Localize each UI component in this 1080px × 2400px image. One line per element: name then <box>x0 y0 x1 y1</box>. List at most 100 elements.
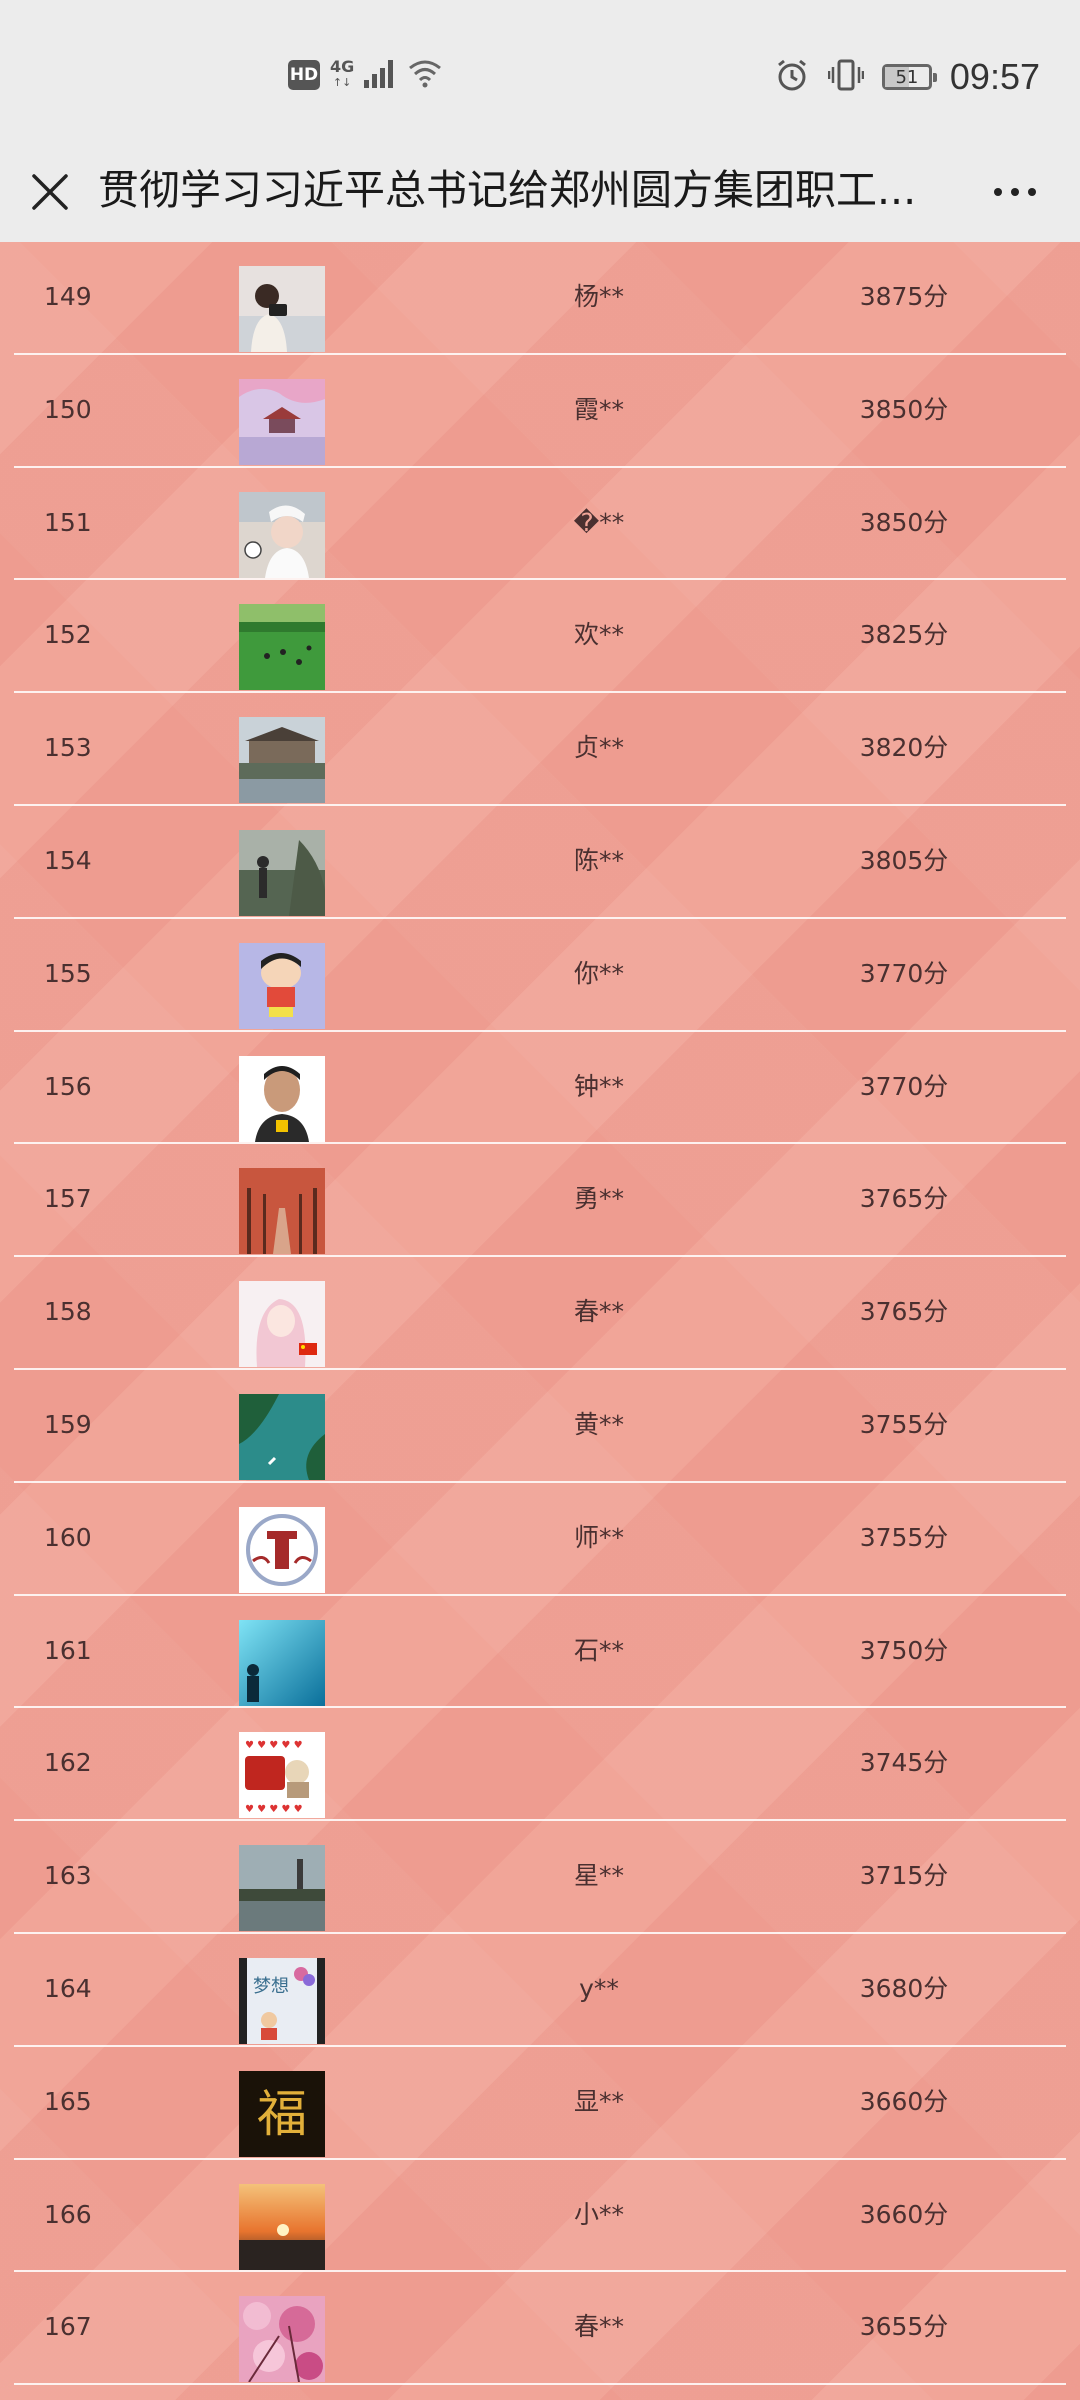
score: 3850分 <box>859 394 949 424</box>
player-name: 星** <box>573 1861 624 1891</box>
score: 3655分 <box>859 2312 949 2342</box>
rank-number: 158 <box>44 1297 92 1327</box>
close-button[interactable] <box>24 166 76 218</box>
rank-number: 166 <box>44 2199 92 2229</box>
avatar <box>239 1506 325 1593</box>
avatar: 福 <box>239 2070 325 2157</box>
rank-number: 153 <box>44 733 92 763</box>
rank-number: 155 <box>44 958 92 988</box>
table-row: 151 �** 3850分 <box>14 468 1066 581</box>
avatar <box>239 1168 325 1255</box>
svg-text:福: 福 <box>257 2085 307 2143</box>
table-row: 152 欢** 3825分 <box>14 580 1066 694</box>
svg-text:梦想: 梦想 <box>253 1976 289 1997</box>
rank-number: 165 <box>44 2086 92 2116</box>
more-button[interactable] <box>980 166 1050 218</box>
avatar <box>239 1281 325 1368</box>
player-name: 霞** <box>573 394 624 424</box>
score: 3755分 <box>859 1522 949 1552</box>
avatar <box>239 2296 325 2383</box>
player-name: �** <box>573 507 625 537</box>
avatar <box>239 1845 325 1932</box>
rank-number: 156 <box>44 1071 92 1101</box>
table-row: 166 小** 3660分 <box>14 2160 1066 2273</box>
score: 3755分 <box>859 1409 949 1439</box>
player-name: 欢** <box>573 620 624 650</box>
signal-icon <box>364 58 398 92</box>
table-row: 164 梦想 y** 3680分 <box>14 1934 1066 2047</box>
avatar <box>239 266 325 352</box>
rank-number: 162 <box>44 1748 92 1778</box>
alarm-icon <box>774 57 810 97</box>
avatar: 梦想 <box>239 1957 325 2044</box>
score: 3875分 <box>859 282 949 311</box>
rank-number: 167 <box>44 2312 92 2342</box>
player-name: y** <box>579 1973 619 2003</box>
rank-number: 149 <box>44 282 92 311</box>
table-row: 165 福 显** 3660分 <box>14 2047 1066 2160</box>
player-name: 小** <box>573 2199 624 2229</box>
table-row: 154 陈** 3805分 <box>14 806 1066 919</box>
score: 3765分 <box>859 1184 949 1214</box>
score: 3770分 <box>859 1071 949 1101</box>
score: 3660分 <box>859 2199 949 2229</box>
player-name: 黄** <box>573 1409 624 1439</box>
score: 3765分 <box>859 1297 949 1327</box>
clock: 09:57 <box>949 56 1040 97</box>
table-row: 167 春** 3655分 <box>14 2272 1066 2386</box>
score: 3715分 <box>859 1861 949 1891</box>
score: 3825分 <box>859 620 949 650</box>
battery-level: 51 <box>895 66 919 88</box>
table-row: 158 春** 3765分 <box>14 1257 1066 1370</box>
network-indicators: HD 4G ↑↓ <box>288 58 442 92</box>
avatar <box>239 1055 325 1142</box>
rank-number: 164 <box>44 1973 92 2003</box>
table-row: 150 霞** 3850分 <box>14 355 1066 468</box>
avatar <box>239 378 325 465</box>
player-name: 贞** <box>573 733 624 763</box>
hd-badge: HD <box>288 60 320 90</box>
table-row: 149 杨** 3875分 <box>14 242 1066 355</box>
rank-number: 163 <box>44 1861 92 1891</box>
vibrate-icon <box>827 57 865 97</box>
player-name <box>449 1708 749 1818</box>
player-name: 陈** <box>573 845 624 875</box>
network-activity: ↑↓ <box>332 76 352 89</box>
more-icon <box>994 188 1036 196</box>
rank-number: 160 <box>44 1522 92 1552</box>
player-name: 春** <box>573 2312 624 2342</box>
svg-text:♥ ♥ ♥ ♥ ♥: ♥ ♥ ♥ ♥ ♥ <box>245 1804 303 1815</box>
player-name: 春** <box>573 1297 624 1327</box>
score: 3770分 <box>859 958 949 988</box>
leaderboard-list[interactable]: 149 杨** 3875分 150 霞** 3850分 151 �** 3850… <box>0 242 1080 2400</box>
close-icon <box>32 174 68 210</box>
table-row: 162 ♥ ♥ ♥ ♥ ♥ ♥ ♥ ♥ ♥ ♥ 3745分 <box>14 1708 1066 1822</box>
avatar <box>239 604 325 691</box>
table-row: 155 你** 3770分 <box>14 919 1066 1032</box>
rank-number: 150 <box>44 394 92 424</box>
network-type: 4G ↑↓ <box>330 59 354 91</box>
player-name: 石** <box>573 1635 624 1665</box>
score: 3745分 <box>859 1748 949 1778</box>
player-name: 显** <box>573 2086 624 2116</box>
player-name: 钟** <box>573 1071 624 1101</box>
player-name: 你** <box>573 958 624 988</box>
avatar <box>239 829 325 916</box>
rank-number: 151 <box>44 507 92 537</box>
score: 3850分 <box>859 507 949 537</box>
svg-text:♥ ♥ ♥ ♥ ♥: ♥ ♥ ♥ ♥ ♥ <box>245 1740 303 1751</box>
score: 3750分 <box>859 1635 949 1665</box>
avatar <box>239 1619 325 1706</box>
rank-number: 159 <box>44 1409 92 1439</box>
table-row: 160 师** 3755分 <box>14 1483 1066 1596</box>
status-bar: HD 4G ↑↓ 51 09:57 <box>0 0 1080 150</box>
table-row: 159 黄** 3755分 <box>14 1370 1066 1483</box>
score: 3680分 <box>859 1973 949 2003</box>
network-label: 4G <box>330 57 355 76</box>
rank-number: 161 <box>44 1635 92 1665</box>
avatar <box>239 1393 325 1480</box>
avatar <box>239 2183 325 2270</box>
rank-number: 154 <box>44 845 92 875</box>
title-bar: 贯彻学习习近平总书记给郑州圆方集团职工... <box>0 150 1080 243</box>
rank-number: 152 <box>44 620 92 650</box>
